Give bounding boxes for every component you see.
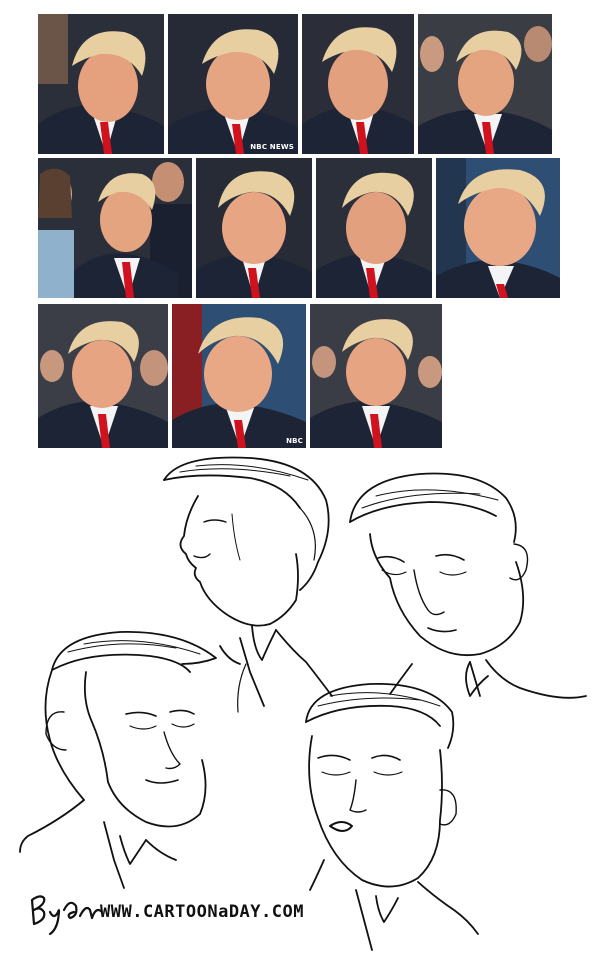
photo-row1-1-image [38, 14, 164, 154]
network-logo: NBC NEWS [250, 143, 294, 151]
caricature-sketches [0, 450, 598, 969]
photo-row3-1 [38, 304, 168, 448]
photo-row1-2-image [168, 14, 298, 154]
photo-row2-1-image [38, 158, 192, 298]
photo-row3-2-image [172, 304, 306, 448]
photo-row1-4 [418, 14, 552, 154]
photo-row2-2-image [196, 158, 312, 298]
network-logo-short: NBC [286, 437, 303, 445]
photo-row3-3-image [310, 304, 442, 448]
sketch-profile-head [163, 456, 333, 713]
sketch-three-quarter-head [19, 630, 217, 889]
photo-row3-3 [310, 304, 442, 448]
photo-row1-2: NBC NEWS [168, 14, 298, 154]
sketch-frontal-head [305, 683, 479, 951]
photo-row2-4 [436, 158, 560, 298]
photo-row2-3-image [316, 158, 432, 298]
photo-row2-1 [38, 158, 192, 298]
sketch-looking-down-head [349, 472, 587, 699]
photo-row1-4-image [418, 14, 552, 154]
photo-row3-2: NBC [172, 304, 306, 448]
photo-row1-3 [302, 14, 414, 154]
photo-row2-2 [196, 158, 312, 298]
photo-row1-1 [38, 14, 164, 154]
artist-signature [30, 895, 104, 936]
photo-row2-3 [316, 158, 432, 298]
photo-row2-4-image [436, 158, 560, 298]
photo-row1-3-image [302, 14, 414, 154]
website-url: WWW.CARTOONaDAY.COM [100, 902, 304, 922]
photo-row3-1-image [38, 304, 168, 448]
